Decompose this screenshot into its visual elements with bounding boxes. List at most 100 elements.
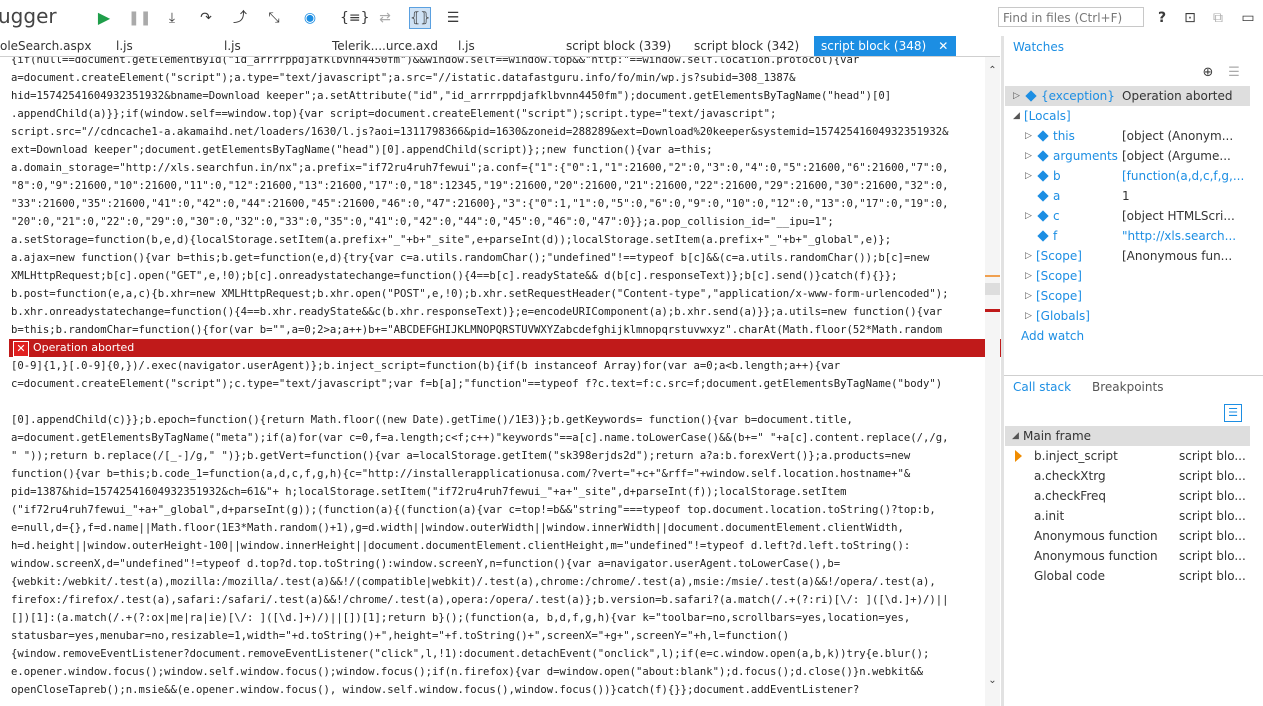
source-code-view[interactable]: {if(null==document.getElementById("id_ar… [0,57,985,706]
tab-script-block-348[interactable]: script block (348) ✕ [814,36,957,56]
watch-row[interactable]: ▷ {exception} Operation aborted [1005,86,1250,106]
step-over-button[interactable]: ↷ [196,8,216,28]
expand-icon[interactable]: ▷ [1025,206,1032,226]
exception-message: Operation aborted [33,341,135,354]
just-my-code-button[interactable]: ⦃⦄ [409,7,431,29]
source-maps-button[interactable]: ☰ [443,8,463,28]
break-on-new-worker-button[interactable]: ⤡ [264,8,284,28]
code-line: pid=1387&hid=15742541604932351932&ch=61&… [11,486,847,498]
code-line: " "));return b.replace(/[_-]/g," ")};b.g… [11,450,911,462]
add-watch-link[interactable]: Add watch [1021,329,1084,343]
document-tabs: oleSearch.aspx l.js l.js Telerik....urce… [0,36,1000,57]
code-line: a.ajax=new function(){var b=this;b.get=f… [11,252,930,264]
scroll-thumb[interactable] [985,283,1000,295]
watch-value: [object (Argume... [1122,149,1231,163]
call-stack-row[interactable]: Anonymous function script blo... [1005,526,1250,546]
step-out-button[interactable]: ⤴ [230,8,250,28]
watch-row[interactable]: ◢ [Locals] [1005,106,1250,126]
call-stack-row[interactable]: a.checkXtrg script blo... [1005,466,1250,486]
tab-call-stack[interactable]: Call stack [1013,380,1071,394]
continue-button[interactable]: ▶ [94,8,114,28]
tab-l-js-1[interactable]: l.js [116,36,133,56]
expand-icon[interactable]: ▷ [1025,146,1032,166]
watch-row[interactable]: ▷ [Scope] [1005,286,1250,306]
tab-script-block-342[interactable]: script block (342) [694,36,799,56]
frame-function: b.inject_script [1034,449,1118,463]
code-line: e.opener.window.focus();window.self.wind… [11,666,924,678]
variable-icon [1037,190,1049,202]
help-button[interactable]: ? [1152,8,1172,28]
expand-icon[interactable]: ▷ [1025,286,1032,306]
watch-name: a [1053,189,1061,203]
watch-row[interactable]: ▷ [Scope] [1005,266,1250,286]
tab-olesearch-aspx[interactable]: oleSearch.aspx [0,36,91,56]
step-into-button[interactable]: ⤓ [162,8,182,28]
call-stack-row[interactable]: Global code script blo... [1005,566,1250,586]
frame-location: script blo... [1179,509,1246,523]
tab-l-js-2[interactable]: l.js [224,36,241,56]
pretty-print-button[interactable]: {≡} [340,8,370,28]
collapse-icon[interactable]: ◢ [1012,426,1019,446]
call-stack-row[interactable]: b.inject_script script blo... [1005,446,1250,466]
break-all-button[interactable]: ❚❚ [128,8,151,28]
scroll-up-icon[interactable]: ⌃ [987,65,998,76]
code-line: h=d.height||window.outerHeight-100||wind… [11,540,911,552]
delete-all-watches-icon[interactable]: ☰ [1224,63,1244,83]
expand-icon[interactable]: ▷ [1025,246,1032,266]
watch-name: arguments [1053,149,1118,163]
watch-name: c [1053,209,1060,223]
watch-row[interactable]: a1 [1005,186,1250,206]
code-line: firefox:/firefox/.test(a),safari:/safari… [11,594,949,606]
watch-row[interactable]: ▷ [Globals] [1005,306,1250,326]
expand-icon[interactable]: ▷ [1013,86,1020,106]
pane-splitter[interactable] [1001,36,1004,706]
find-in-files-input[interactable]: Find in files (Ctrl+F) [998,7,1144,27]
expand-icon[interactable]: ▷ [1025,126,1032,146]
debugger-toolbar: ugger ▶ ❚❚ ⤓ ↷ ⤴ ⤡ ◉ {≡} ⇄ ⦃⦄ ☰ Find in … [0,0,1263,36]
expand-icon[interactable]: ▷ [1025,306,1032,326]
tab-script-block-339[interactable]: script block (339) [566,36,671,56]
scroll-down-icon[interactable]: ⌄ [987,675,998,686]
show-frames-icon[interactable]: ☰ [1224,404,1242,422]
watch-row[interactable]: f "http://xls.search... [1005,226,1250,246]
main-frame-header[interactable]: ◢ Main frame [1005,426,1250,446]
collapse-icon[interactable]: ◢ [1013,106,1020,126]
minimize-icon[interactable]: ▭ [1238,8,1258,28]
console-icon[interactable]: ⊡ [1180,8,1200,28]
watch-row[interactable]: ▷ b [function(a,d,c,f,g,... [1005,166,1250,186]
call-stack-row[interactable]: Anonymous function script blo... [1005,546,1250,566]
exception-behavior-button[interactable]: ◉ [300,8,320,28]
watch-name: [Scope] [1036,269,1082,283]
watches-title[interactable]: Watches [1013,40,1064,54]
tab-telerik-axd[interactable]: Telerik....urce.axd [332,36,438,56]
watch-value: [function(a,d,c,f,g,... [1122,169,1245,183]
code-line: a.domain_storage="http://xls.searchfun.i… [11,162,949,174]
code-line: ext=Download keeper";document.getElement… [11,144,713,156]
tab-l-js-3[interactable]: l.js [458,36,475,56]
tab-breakpoints[interactable]: Breakpoints [1092,380,1163,394]
code-scrollbar[interactable]: ⌃ ⌄ [985,57,1000,706]
scroll-marker-error [985,309,1000,312]
dock-icon[interactable]: ⧉ [1208,8,1228,28]
call-stack-row[interactable]: a.init script blo... [1005,506,1250,526]
code-line: b.post=function(e,a,c){b.xhr=new XMLHttp… [11,288,949,300]
watch-row[interactable]: ▷ this [object (Anonym... [1005,126,1250,146]
word-wrap-button[interactable]: ⇄ [375,8,395,28]
watch-row[interactable]: ▷ [Scope] [Anonymous fun... [1005,246,1250,266]
add-watch-icon[interactable]: ⊕ [1198,63,1218,83]
close-icon[interactable]: ✕ [938,39,948,53]
watch-row[interactable]: ▷ c [object HTMLScri... [1005,206,1250,226]
call-stack-row[interactable]: a.checkFreq script blo... [1005,486,1250,506]
code-line: ("if72ru4ruh7fewui_"+a+"_global",d+parse… [11,504,936,516]
code-line: openCloseTapreb();n.msie&&(e.opener.wind… [11,684,860,696]
watch-name: [Locals] [1024,109,1071,123]
expand-icon[interactable]: ▷ [1025,166,1032,186]
watch-row[interactable]: ▷ arguments [object (Argume... [1005,146,1250,166]
watch-value: [Anonymous fun... [1122,249,1233,263]
expand-icon[interactable]: ▷ [1025,266,1032,286]
code-line: "33":21600,"35":21600,"41":0,"42":0,"44"… [11,198,949,210]
frame-function: Anonymous function [1034,549,1158,563]
watch-name: [Scope] [1036,249,1082,263]
watch-value: "http://xls.search... [1122,229,1237,243]
variable-icon [1037,130,1049,142]
